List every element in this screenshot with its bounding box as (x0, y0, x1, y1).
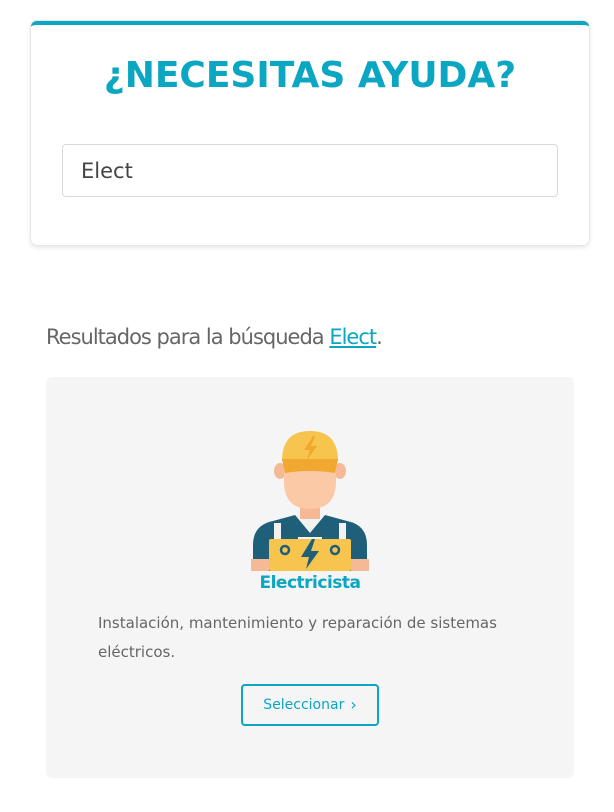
search-input[interactable] (62, 144, 558, 197)
result-title: Electricista (259, 573, 361, 593)
chevron-right-icon: › (350, 695, 357, 714)
search-title: ¿NECESITAS AYUDA? (103, 55, 517, 96)
results-prefix: Resultados para la búsqueda (46, 325, 330, 349)
result-description: Instalación, mantenimiento y reparación … (98, 614, 497, 661)
results-suffix: . (376, 325, 383, 349)
results-query-link[interactable]: Elect (329, 325, 377, 349)
select-button-label: Seleccionar (263, 697, 345, 713)
results-heading: Resultados para la búsqueda Elect. (46, 325, 383, 349)
search-card: ¿NECESITAS AYUDA? (31, 21, 589, 245)
result-card: Electricista Instalación, mantenimiento … (46, 377, 574, 778)
electrician-icon (251, 431, 369, 571)
select-button[interactable]: Seleccionar › (241, 684, 379, 726)
